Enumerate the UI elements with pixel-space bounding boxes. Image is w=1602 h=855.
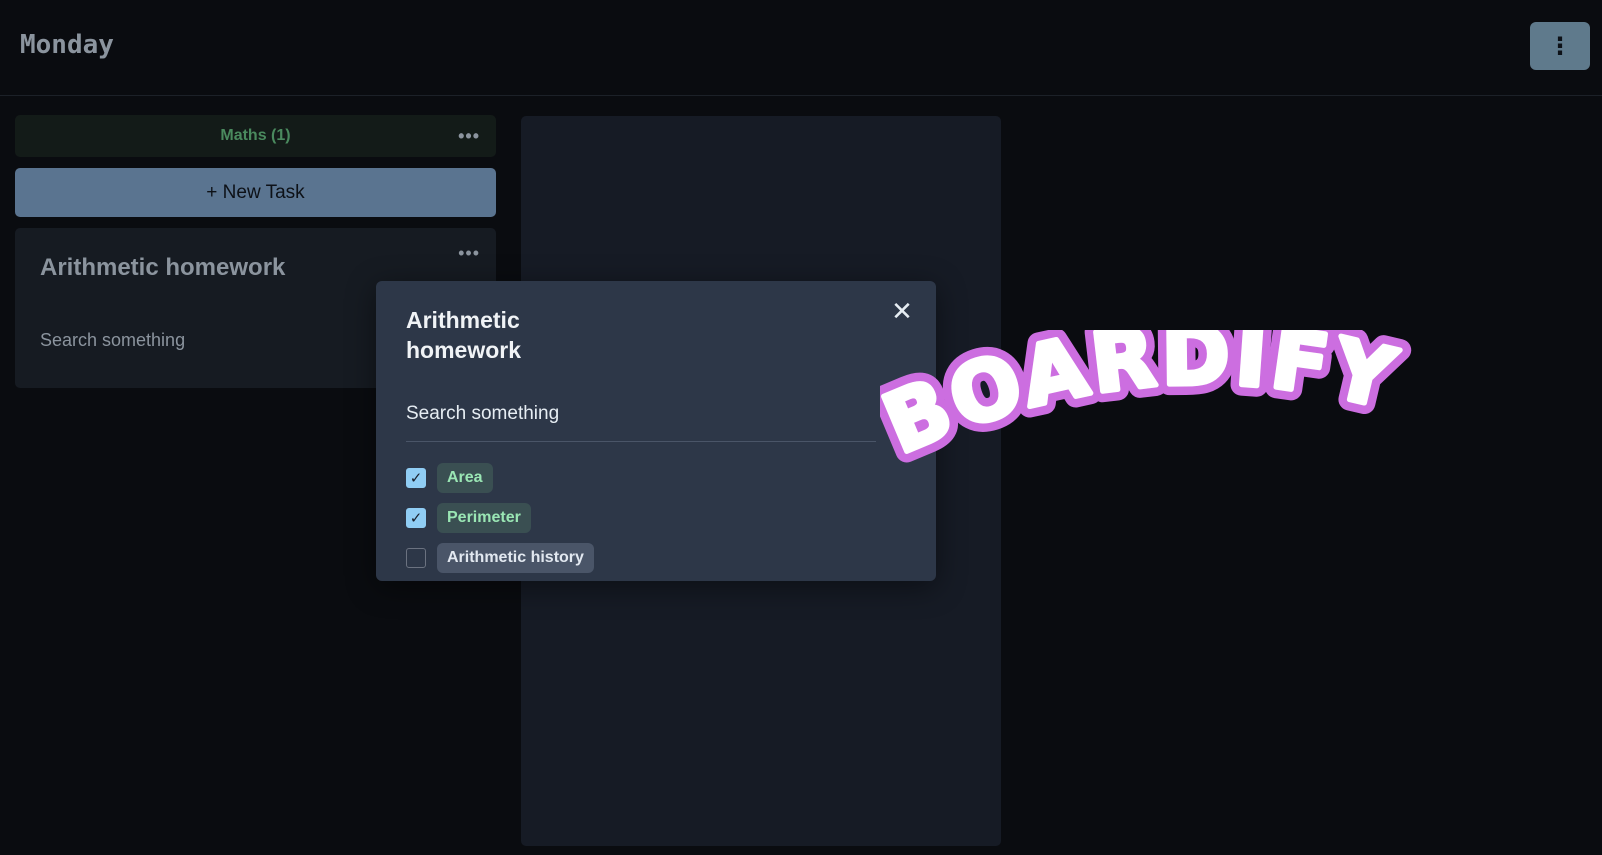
board-title: Monday [20,30,114,60]
board-menu-button[interactable]: ⋮ [1530,22,1590,70]
task-detail-modal: Arithmetic homework ✕ Search something ✓… [376,281,936,581]
close-icon[interactable]: ✕ [890,298,914,324]
column-header-label: Maths (1) [220,127,291,144]
check-icon: ✓ [409,470,423,487]
check-icon: ✓ [409,510,423,527]
top-bar: Monday ⋮ [0,0,1602,96]
subtask-checkbox[interactable]: ✓ [406,508,426,528]
subtask-item: ✓ Perimeter [406,498,906,538]
subtask-label: Area [437,463,493,493]
logo-text: BOARDIFY [880,330,1405,475]
modal-description: Search something [406,403,876,442]
subtask-item: ✓ Area [406,458,906,498]
svg-text:BOARDIFY: BOARDIFY [880,330,1407,473]
column-options-icon[interactable]: ••• [458,127,480,145]
modal-title: Arithmetic homework [406,307,522,363]
card-title: Arithmetic homework [40,254,286,281]
column-header: Maths (1) ••• [15,115,496,157]
subtask-label: Perimeter [437,503,531,533]
subtask-checkbox[interactable] [406,548,426,568]
boardify-logo: BOARDIFY BOARDIFY [880,330,1414,484]
subtask-list: ✓ Area ✓ Perimeter Arithmetic history [406,458,906,578]
subtask-checkbox[interactable]: ✓ [406,468,426,488]
kebab-vertical-icon: ⋮ [1548,32,1572,60]
subtask-item: Arithmetic history [406,538,906,578]
card-options-icon[interactable]: ••• [458,244,480,262]
new-task-button[interactable]: + New Task [15,168,496,217]
subtask-label: Arithmetic history [437,543,594,573]
